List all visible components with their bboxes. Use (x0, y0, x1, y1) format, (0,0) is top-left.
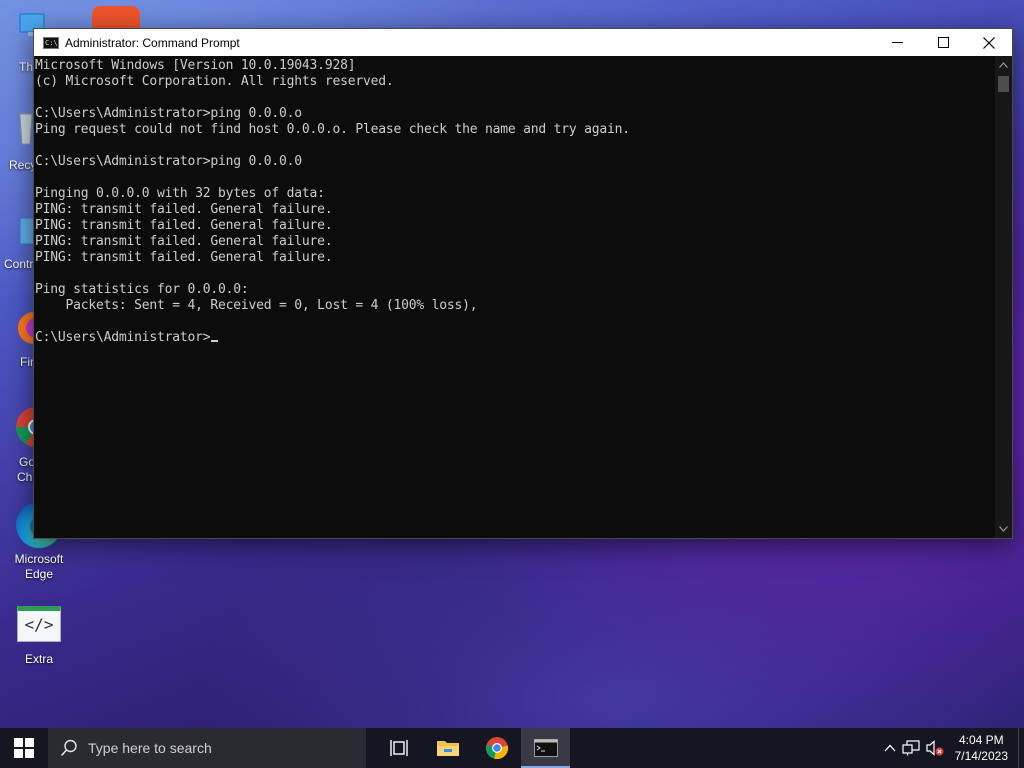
firefox-desktop-icon[interactable] (16, 308, 50, 353)
maximize-button[interactable] (920, 29, 966, 56)
console-line: Microsoft Windows [Version 10.0.19043.92… (35, 58, 356, 73)
chrome-taskbar-button[interactable] (472, 728, 521, 768)
console-line: (c) Microsoft Corporation. All rights re… (35, 74, 394, 89)
search-icon (60, 739, 77, 757)
chrome-icon (485, 737, 508, 760)
scroll-up-button[interactable] (995, 58, 1012, 72)
console-output[interactable]: Microsoft Windows [Version 10.0.19043.92… (34, 56, 995, 538)
show-hidden-icons-button[interactable] (881, 728, 899, 768)
console-line: Ping request could not find host 0.0.0.o… (35, 122, 630, 137)
clock-time: 4:04 PM (958, 733, 1004, 747)
recycle-bin-icon (19, 113, 33, 145)
chevron-up-icon (884, 744, 896, 752)
start-button[interactable] (0, 728, 48, 768)
console-line: Pinging 0.0.0.0 with 32 bytes of data: (35, 186, 325, 201)
system-tray: 4:04 PM 7/14/2023 (881, 728, 1024, 768)
firefox-label: Fir (20, 355, 34, 369)
console-line: Ping statistics for 0.0.0.0: (35, 282, 249, 297)
close-button[interactable] (966, 29, 1012, 56)
firefox-icon (18, 312, 50, 344)
command-prompt-icon (533, 739, 558, 757)
console-line: PING: transmit failed. General failure. (35, 202, 333, 217)
console-line: PING: transmit failed. General failure. (35, 218, 333, 233)
console-line: PING: transmit failed. General failure. (35, 234, 333, 249)
search-placeholder: Type here to search (88, 740, 212, 756)
console-line: Packets: Sent = 4, Received = 0, Lost = … (35, 298, 478, 313)
console-line: C:\Users\Administrator>ping 0.0.0.0 (35, 154, 302, 169)
scroll-thumb[interactable] (998, 76, 1009, 92)
maximize-icon (937, 37, 949, 48)
taskbar-clock[interactable]: 4:04 PM 7/14/2023 (947, 732, 1018, 764)
chrome-icon (16, 407, 56, 447)
command-prompt-taskbar-button[interactable] (521, 728, 570, 768)
chevron-up-icon (999, 62, 1008, 68)
scroll-down-button[interactable] (995, 522, 1012, 536)
file-explorer-icon (436, 741, 459, 756)
window-title: Administrator: Command Prompt (65, 35, 240, 50)
window-controls (874, 29, 1012, 56)
minimize-button[interactable] (874, 29, 920, 56)
show-desktop-button[interactable] (1018, 728, 1024, 768)
taskbar: Type here to search 4:04 PM 7/14/2023 (0, 728, 1024, 768)
desktop-icon-label: Microsoft Edge (14, 552, 64, 581)
vertical-scrollbar[interactable] (995, 56, 1012, 538)
this-pc-label: Th (19, 60, 34, 74)
network-icon (902, 740, 920, 756)
volume-muted-icon (926, 740, 944, 756)
code-file-icon: </> (17, 606, 61, 642)
task-view-button[interactable] (374, 728, 423, 768)
control-panel-desktop-icon[interactable] (18, 214, 35, 253)
console-line: PING: transmit failed. General failure. (35, 250, 333, 265)
text-cursor (211, 340, 219, 342)
clock-date: 7/14/2023 (954, 749, 1008, 763)
network-button[interactable] (899, 728, 923, 768)
minimize-icon (891, 42, 903, 43)
command-prompt-window[interactable]: C:\ Administrator: Command Prompt Micros (33, 28, 1013, 539)
desktop-icon-extra[interactable]: </> Extra (8, 606, 70, 667)
windows-logo-icon (14, 738, 34, 758)
task-view-icon (389, 740, 408, 756)
recycle-bin-desktop-icon[interactable] (18, 108, 34, 153)
desktop-icon-label: Extra (24, 652, 53, 666)
title-bar[interactable]: C:\ Administrator: Command Prompt (34, 29, 1012, 56)
control-panel-icon (19, 217, 35, 245)
chevron-down-icon (999, 526, 1008, 532)
volume-button[interactable] (923, 728, 947, 768)
app-shortcut-icon[interactable] (92, 6, 140, 28)
control-panel-label: Contr (4, 257, 34, 271)
chrome-desktop-icon[interactable] (14, 404, 56, 455)
file-explorer-button[interactable] (423, 728, 472, 768)
taskbar-search-box[interactable]: Type here to search (48, 728, 366, 768)
console-line: C:\Users\Administrator>ping 0.0.0.o (35, 106, 302, 121)
close-icon (983, 36, 995, 49)
command-prompt-icon: C:\ (43, 36, 59, 49)
console-line: C:\Users\Administrator> (35, 330, 995, 346)
